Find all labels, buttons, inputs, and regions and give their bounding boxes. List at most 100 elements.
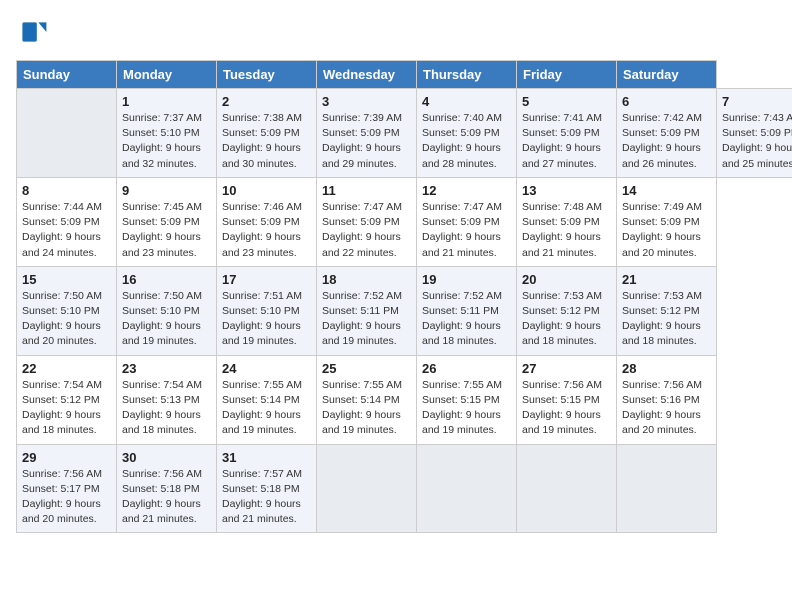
calendar-cell: 25Sunrise: 7:55 AM Sunset: 5:14 PM Dayli… bbox=[317, 355, 417, 444]
day-number: 30 bbox=[122, 450, 211, 465]
day-info: Sunrise: 7:44 AM Sunset: 5:09 PM Dayligh… bbox=[22, 200, 111, 261]
header-saturday: Saturday bbox=[617, 61, 717, 89]
day-number: 26 bbox=[422, 361, 511, 376]
day-info: Sunrise: 7:38 AM Sunset: 5:09 PM Dayligh… bbox=[222, 111, 311, 172]
day-number: 9 bbox=[122, 183, 211, 198]
header-row: SundayMondayTuesdayWednesdayThursdayFrid… bbox=[17, 61, 792, 89]
day-info: Sunrise: 7:55 AM Sunset: 5:14 PM Dayligh… bbox=[222, 378, 311, 439]
day-info: Sunrise: 7:46 AM Sunset: 5:09 PM Dayligh… bbox=[222, 200, 311, 261]
calendar-cell: 26 Sunrise: 7:55 AM Sunset: 5:15 PM Dayli… bbox=[417, 355, 517, 444]
header-wednesday: Wednesday bbox=[317, 61, 417, 89]
calendar-cell bbox=[617, 444, 717, 533]
logo bbox=[16, 16, 52, 48]
day-info: Sunrise: 7:54 AM Sunset: 5:12 PM Dayligh… bbox=[22, 378, 111, 439]
calendar-cell: 9 Sunrise: 7:45 AM Sunset: 5:09 PM Daylig… bbox=[117, 177, 217, 266]
day-number: 19 bbox=[422, 272, 511, 287]
day-number: 5 bbox=[522, 94, 611, 109]
day-number: 12 bbox=[422, 183, 511, 198]
day-number: 15 bbox=[22, 272, 111, 287]
header-thursday: Thursday bbox=[417, 61, 517, 89]
day-number: 10 bbox=[222, 183, 311, 198]
day-number: 1 bbox=[122, 94, 211, 109]
day-number: 6 bbox=[622, 94, 711, 109]
calendar-cell: 15 Sunrise: 7:50 AM Sunset: 5:10 PM Dayli… bbox=[17, 266, 117, 355]
day-info: Sunrise: 7:52 AM Sunset: 5:11 PM Dayligh… bbox=[422, 289, 511, 350]
calendar-cell: 28 Sunrise: 7:56 AM Sunset: 5:16 PM Dayli… bbox=[617, 355, 717, 444]
day-info: Sunrise: 7:57 AM Sunset: 5:18 PM Dayligh… bbox=[222, 467, 311, 528]
calendar-cell: 4 Sunrise: 7:40 AM Sunset: 5:09 PM Daylig… bbox=[417, 89, 517, 178]
week-row-4: 29 Sunrise: 7:56 AM Sunset: 5:17 PM Dayli… bbox=[17, 444, 792, 533]
calendar-cell: 29 Sunrise: 7:56 AM Sunset: 5:17 PM Dayli… bbox=[17, 444, 117, 533]
page-header bbox=[16, 16, 776, 48]
day-info: Sunrise: 7:37 AM Sunset: 5:10 PM Dayligh… bbox=[122, 111, 211, 172]
day-number: 16 bbox=[122, 272, 211, 287]
calendar-cell: 17Sunrise: 7:51 AM Sunset: 5:10 PM Dayli… bbox=[217, 266, 317, 355]
day-info: Sunrise: 7:49 AM Sunset: 5:09 PM Dayligh… bbox=[622, 200, 711, 261]
calendar-cell: 24Sunrise: 7:55 AM Sunset: 5:14 PM Dayli… bbox=[217, 355, 317, 444]
day-number: 22 bbox=[22, 361, 111, 376]
calendar-cell: 30 Sunrise: 7:56 AM Sunset: 5:18 PM Dayli… bbox=[117, 444, 217, 533]
day-info: Sunrise: 7:56 AM Sunset: 5:18 PM Dayligh… bbox=[122, 467, 211, 528]
week-row-3: 22 Sunrise: 7:54 AM Sunset: 5:12 PM Dayli… bbox=[17, 355, 792, 444]
day-number: 28 bbox=[622, 361, 711, 376]
calendar-cell bbox=[517, 444, 617, 533]
day-number: 25 bbox=[322, 361, 411, 376]
day-info: Sunrise: 7:47 AM Sunset: 5:09 PM Dayligh… bbox=[422, 200, 511, 261]
day-info: Sunrise: 7:56 AM Sunset: 5:17 PM Dayligh… bbox=[22, 467, 111, 528]
calendar-cell: 1 Sunrise: 7:37 AM Sunset: 5:10 PM Daylig… bbox=[117, 89, 217, 178]
day-info: Sunrise: 7:47 AM Sunset: 5:09 PM Dayligh… bbox=[322, 200, 411, 261]
day-info: Sunrise: 7:56 AM Sunset: 5:15 PM Dayligh… bbox=[522, 378, 611, 439]
day-info: Sunrise: 7:56 AM Sunset: 5:16 PM Dayligh… bbox=[622, 378, 711, 439]
week-row-1: 8 Sunrise: 7:44 AM Sunset: 5:09 PM Daylig… bbox=[17, 177, 792, 266]
day-info: Sunrise: 7:53 AM Sunset: 5:12 PM Dayligh… bbox=[522, 289, 611, 350]
day-info: Sunrise: 7:54 AM Sunset: 5:13 PM Dayligh… bbox=[122, 378, 211, 439]
day-number: 18 bbox=[322, 272, 411, 287]
calendar-cell: 8 Sunrise: 7:44 AM Sunset: 5:09 PM Daylig… bbox=[17, 177, 117, 266]
calendar-cell: 23Sunrise: 7:54 AM Sunset: 5:13 PM Dayli… bbox=[117, 355, 217, 444]
calendar-cell: 21 Sunrise: 7:53 AM Sunset: 5:12 PM Dayli… bbox=[617, 266, 717, 355]
week-row-2: 15 Sunrise: 7:50 AM Sunset: 5:10 PM Dayli… bbox=[17, 266, 792, 355]
calendar-cell: 7 Sunrise: 7:43 AM Sunset: 5:09 PM Daylig… bbox=[717, 89, 792, 178]
calendar-cell: 5 Sunrise: 7:41 AM Sunset: 5:09 PM Daylig… bbox=[517, 89, 617, 178]
calendar-cell: 6 Sunrise: 7:42 AM Sunset: 5:09 PM Daylig… bbox=[617, 89, 717, 178]
day-number: 14 bbox=[622, 183, 711, 198]
header-monday: Monday bbox=[117, 61, 217, 89]
day-info: Sunrise: 7:42 AM Sunset: 5:09 PM Dayligh… bbox=[622, 111, 711, 172]
calendar-cell: 27Sunrise: 7:56 AM Sunset: 5:15 PM Dayli… bbox=[517, 355, 617, 444]
day-info: Sunrise: 7:55 AM Sunset: 5:15 PM Dayligh… bbox=[422, 378, 511, 439]
day-info: Sunrise: 7:39 AM Sunset: 5:09 PM Dayligh… bbox=[322, 111, 411, 172]
week-row-0: 1 Sunrise: 7:37 AM Sunset: 5:10 PM Daylig… bbox=[17, 89, 792, 178]
day-info: Sunrise: 7:53 AM Sunset: 5:12 PM Dayligh… bbox=[622, 289, 711, 350]
calendar-cell bbox=[417, 444, 517, 533]
day-number: 3 bbox=[322, 94, 411, 109]
day-info: Sunrise: 7:41 AM Sunset: 5:09 PM Dayligh… bbox=[522, 111, 611, 172]
calendar-cell: 12 Sunrise: 7:47 AM Sunset: 5:09 PM Dayli… bbox=[417, 177, 517, 266]
day-number: 11 bbox=[322, 183, 411, 198]
day-number: 21 bbox=[622, 272, 711, 287]
calendar-cell: 19 Sunrise: 7:52 AM Sunset: 5:11 PM Dayli… bbox=[417, 266, 517, 355]
calendar-cell: 18 Sunrise: 7:52 AM Sunset: 5:11 PM Dayli… bbox=[317, 266, 417, 355]
calendar-cell: 22 Sunrise: 7:54 AM Sunset: 5:12 PM Dayli… bbox=[17, 355, 117, 444]
calendar-cell: 10 Sunrise: 7:46 AM Sunset: 5:09 PM Dayli… bbox=[217, 177, 317, 266]
day-info: Sunrise: 7:50 AM Sunset: 5:10 PM Dayligh… bbox=[122, 289, 211, 350]
calendar-cell: 11 Sunrise: 7:47 AM Sunset: 5:09 PM Dayli… bbox=[317, 177, 417, 266]
logo-icon bbox=[16, 16, 48, 48]
day-info: Sunrise: 7:51 AM Sunset: 5:10 PM Dayligh… bbox=[222, 289, 311, 350]
day-info: Sunrise: 7:48 AM Sunset: 5:09 PM Dayligh… bbox=[522, 200, 611, 261]
day-number: 7 bbox=[722, 94, 792, 109]
day-number: 2 bbox=[222, 94, 311, 109]
header-sunday: Sunday bbox=[17, 61, 117, 89]
calendar-cell: 13Sunrise: 7:48 AM Sunset: 5:09 PM Dayli… bbox=[517, 177, 617, 266]
day-info: Sunrise: 7:40 AM Sunset: 5:09 PM Dayligh… bbox=[422, 111, 511, 172]
calendar-cell: 16 Sunrise: 7:50 AM Sunset: 5:10 PM Dayli… bbox=[117, 266, 217, 355]
day-info: Sunrise: 7:50 AM Sunset: 5:10 PM Dayligh… bbox=[22, 289, 111, 350]
calendar-cell: 20Sunrise: 7:53 AM Sunset: 5:12 PM Dayli… bbox=[517, 266, 617, 355]
day-number: 29 bbox=[22, 450, 111, 465]
calendar-cell: 3 Sunrise: 7:39 AM Sunset: 5:09 PM Daylig… bbox=[317, 89, 417, 178]
day-info: Sunrise: 7:45 AM Sunset: 5:09 PM Dayligh… bbox=[122, 200, 211, 261]
day-info: Sunrise: 7:52 AM Sunset: 5:11 PM Dayligh… bbox=[322, 289, 411, 350]
day-info: Sunrise: 7:43 AM Sunset: 5:09 PM Dayligh… bbox=[722, 111, 792, 172]
calendar-cell: 2 Sunrise: 7:38 AM Sunset: 5:09 PM Daylig… bbox=[217, 89, 317, 178]
day-number: 8 bbox=[22, 183, 111, 198]
day-number: 4 bbox=[422, 94, 511, 109]
